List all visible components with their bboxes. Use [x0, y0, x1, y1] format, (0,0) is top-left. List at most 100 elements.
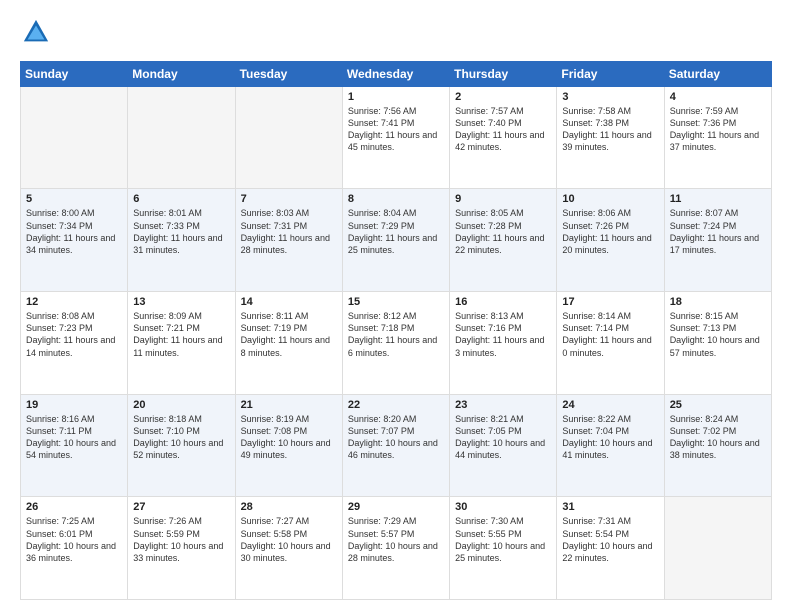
calendar-cell: 10 Sunrise: 8:06 AMSunset: 7:26 PMDayligh…: [557, 189, 664, 292]
calendar-cell: [128, 86, 235, 189]
weekday-header-thursday: Thursday: [450, 61, 557, 86]
day-info: Sunrise: 8:07 AMSunset: 7:24 PMDaylight:…: [670, 207, 766, 256]
day-info: Sunrise: 7:27 AMSunset: 5:58 PMDaylight:…: [241, 515, 337, 564]
week-row-3: 12Sunrise: 8:08 AMSunset: 7:23 PMDayligh…: [21, 292, 772, 395]
calendar-cell: 19Sunrise: 8:16 AMSunset: 7:11 PMDayligh…: [21, 394, 128, 497]
calendar-cell: 23 Sunrise: 8:21 AMSunset: 7:05 PMDayligh…: [450, 394, 557, 497]
week-row-4: 19Sunrise: 8:16 AMSunset: 7:11 PMDayligh…: [21, 394, 772, 497]
calendar-cell: 15 Sunrise: 8:12 AMSunset: 7:18 PMDayligh…: [342, 292, 449, 395]
page: SundayMondayTuesdayWednesdayThursdayFrid…: [0, 0, 792, 612]
calendar-cell: 9 Sunrise: 8:05 AMSunset: 7:28 PMDaylight…: [450, 189, 557, 292]
day-number: 17: [562, 296, 658, 308]
weekday-header-wednesday: Wednesday: [342, 61, 449, 86]
weekday-header-saturday: Saturday: [664, 61, 771, 86]
day-number: 9: [455, 193, 551, 205]
day-info: Sunrise: 8:19 AMSunset: 7:08 PMDaylight:…: [241, 413, 337, 462]
calendar-table: SundayMondayTuesdayWednesdayThursdayFrid…: [20, 61, 772, 600]
day-number: 29: [348, 501, 444, 513]
calendar-cell: 14Sunrise: 8:11 AMSunset: 7:19 PMDayligh…: [235, 292, 342, 395]
day-number: 11: [670, 193, 766, 205]
calendar-cell: 2 Sunrise: 7:57 AMSunset: 7:40 PMDaylight…: [450, 86, 557, 189]
day-info: Sunrise: 8:01 AMSunset: 7:33 PMDaylight:…: [133, 207, 229, 256]
day-number: 13: [133, 296, 229, 308]
calendar-cell: 7 Sunrise: 8:03 AMSunset: 7:31 PMDaylight…: [235, 189, 342, 292]
day-number: 5: [26, 193, 122, 205]
calendar-cell: [21, 86, 128, 189]
day-number: 2: [455, 91, 551, 103]
calendar-cell: 30 Sunrise: 7:30 AMSunset: 5:55 PMDayligh…: [450, 497, 557, 600]
day-number: 15: [348, 296, 444, 308]
day-number: 1: [348, 91, 444, 103]
calendar-cell: 16Sunrise: 8:13 AMSunset: 7:16 PMDayligh…: [450, 292, 557, 395]
calendar-cell: 12Sunrise: 8:08 AMSunset: 7:23 PMDayligh…: [21, 292, 128, 395]
day-info: Sunrise: 8:21 AMSunset: 7:05 PMDaylight:…: [455, 413, 551, 462]
calendar-cell: 24 Sunrise: 8:22 AMSunset: 7:04 PMDayligh…: [557, 394, 664, 497]
day-info: Sunrise: 8:22 AMSunset: 7:04 PMDaylight:…: [562, 413, 658, 462]
day-info: Sunrise: 8:08 AMSunset: 7:23 PMDaylight:…: [26, 310, 122, 359]
calendar-cell: 21 Sunrise: 8:19 AMSunset: 7:08 PMDayligh…: [235, 394, 342, 497]
day-info: Sunrise: 8:04 AMSunset: 7:29 PMDaylight:…: [348, 207, 444, 256]
day-info: Sunrise: 7:58 AMSunset: 7:38 PMDaylight:…: [562, 105, 658, 154]
calendar-cell: 31 Sunrise: 7:31 AMSunset: 5:54 PMDayligh…: [557, 497, 664, 600]
day-number: 25: [670, 399, 766, 411]
day-number: 24: [562, 399, 658, 411]
day-number: 18: [670, 296, 766, 308]
calendar-cell: 18 Sunrise: 8:15 AMSunset: 7:13 PMDayligh…: [664, 292, 771, 395]
day-info: Sunrise: 8:16 AMSunset: 7:11 PMDaylight:…: [26, 413, 122, 462]
weekday-header-row: SundayMondayTuesdayWednesdayThursdayFrid…: [21, 61, 772, 86]
day-number: 28: [241, 501, 337, 513]
day-info: Sunrise: 8:18 AMSunset: 7:10 PMDaylight:…: [133, 413, 229, 462]
day-info: Sunrise: 8:09 AMSunset: 7:21 PMDaylight:…: [133, 310, 229, 359]
day-info: Sunrise: 8:12 AMSunset: 7:18 PMDaylight:…: [348, 310, 444, 359]
day-info: Sunrise: 7:31 AMSunset: 5:54 PMDaylight:…: [562, 515, 658, 564]
calendar-cell: 28 Sunrise: 7:27 AMSunset: 5:58 PMDayligh…: [235, 497, 342, 600]
logo-icon: [22, 18, 50, 46]
weekday-header-monday: Monday: [128, 61, 235, 86]
day-number: 3: [562, 91, 658, 103]
calendar-cell: 1Sunrise: 7:56 AMSunset: 7:41 PMDaylight…: [342, 86, 449, 189]
calendar-cell: 6 Sunrise: 8:01 AMSunset: 7:33 PMDaylight…: [128, 189, 235, 292]
day-number: 4: [670, 91, 766, 103]
day-number: 6: [133, 193, 229, 205]
calendar-cell: 4Sunrise: 7:59 AMSunset: 7:36 PMDaylight…: [664, 86, 771, 189]
calendar-cell: 17 Sunrise: 8:14 AMSunset: 7:14 PMDayligh…: [557, 292, 664, 395]
day-info: Sunrise: 7:26 AMSunset: 5:59 PMDaylight:…: [133, 515, 229, 564]
weekday-header-tuesday: Tuesday: [235, 61, 342, 86]
calendar-cell: 8 Sunrise: 8:04 AMSunset: 7:29 PMDaylight…: [342, 189, 449, 292]
calendar-cell: 25Sunrise: 8:24 AMSunset: 7:02 PMDayligh…: [664, 394, 771, 497]
calendar-cell: 20 Sunrise: 8:18 AMSunset: 7:10 PMDayligh…: [128, 394, 235, 497]
day-number: 27: [133, 501, 229, 513]
weekday-header-friday: Friday: [557, 61, 664, 86]
calendar-cell: 13 Sunrise: 8:09 AMSunset: 7:21 PMDayligh…: [128, 292, 235, 395]
day-info: Sunrise: 8:05 AMSunset: 7:28 PMDaylight:…: [455, 207, 551, 256]
calendar-cell: 26 Sunrise: 7:25 AMSunset: 6:01 PMDayligh…: [21, 497, 128, 600]
week-row-2: 5 Sunrise: 8:00 AMSunset: 7:34 PMDaylight…: [21, 189, 772, 292]
day-number: 26: [26, 501, 122, 513]
calendar-cell: [664, 497, 771, 600]
day-number: 22: [348, 399, 444, 411]
day-info: Sunrise: 7:30 AMSunset: 5:55 PMDaylight:…: [455, 515, 551, 564]
day-info: Sunrise: 8:06 AMSunset: 7:26 PMDaylight:…: [562, 207, 658, 256]
day-info: Sunrise: 7:25 AMSunset: 6:01 PMDaylight:…: [26, 515, 122, 564]
day-info: Sunrise: 7:57 AMSunset: 7:40 PMDaylight:…: [455, 105, 551, 154]
day-number: 7: [241, 193, 337, 205]
day-info: Sunrise: 8:11 AMSunset: 7:19 PMDaylight:…: [241, 310, 337, 359]
day-info: Sunrise: 8:00 AMSunset: 7:34 PMDaylight:…: [26, 207, 122, 256]
day-number: 10: [562, 193, 658, 205]
calendar-cell: [235, 86, 342, 189]
header: [20, 18, 772, 51]
day-number: 31: [562, 501, 658, 513]
day-info: Sunrise: 8:15 AMSunset: 7:13 PMDaylight:…: [670, 310, 766, 359]
day-number: 20: [133, 399, 229, 411]
calendar-cell: 11 Sunrise: 8:07 AMSunset: 7:24 PMDayligh…: [664, 189, 771, 292]
week-row-5: 26 Sunrise: 7:25 AMSunset: 6:01 PMDayligh…: [21, 497, 772, 600]
day-info: Sunrise: 8:14 AMSunset: 7:14 PMDaylight:…: [562, 310, 658, 359]
day-info: Sunrise: 8:03 AMSunset: 7:31 PMDaylight:…: [241, 207, 337, 256]
day-number: 8: [348, 193, 444, 205]
day-number: 21: [241, 399, 337, 411]
calendar-cell: 29 Sunrise: 7:29 AMSunset: 5:57 PMDayligh…: [342, 497, 449, 600]
day-info: Sunrise: 7:29 AMSunset: 5:57 PMDaylight:…: [348, 515, 444, 564]
day-number: 30: [455, 501, 551, 513]
day-number: 23: [455, 399, 551, 411]
logo: [20, 18, 50, 51]
